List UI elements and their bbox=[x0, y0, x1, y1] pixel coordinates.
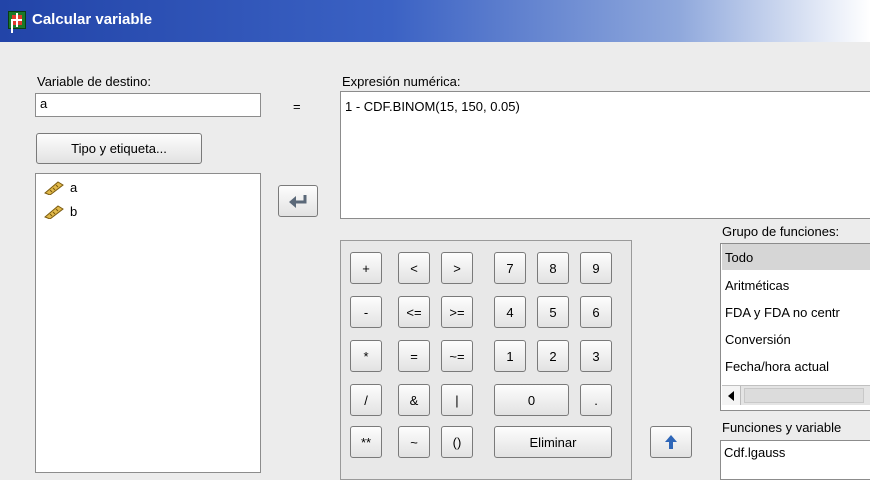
and-key[interactable]: & bbox=[398, 384, 430, 416]
move-to-expression-button[interactable] bbox=[278, 185, 318, 217]
digit-3-key[interactable]: 3 bbox=[580, 340, 612, 372]
not-equal-key[interactable]: ~= bbox=[441, 340, 473, 372]
delete-button[interactable]: Eliminar bbox=[494, 426, 612, 458]
variable-list[interactable]: a b bbox=[35, 173, 261, 473]
list-item[interactable]: Cdf.lgauss bbox=[724, 445, 785, 460]
ruler-icon bbox=[44, 204, 64, 219]
decimal-point-key[interactable]: . bbox=[580, 384, 612, 416]
greater-equal-key[interactable]: >= bbox=[441, 296, 473, 328]
digit-9-key[interactable]: 9 bbox=[580, 252, 612, 284]
minus-key[interactable]: - bbox=[350, 296, 382, 328]
digit-4-key[interactable]: 4 bbox=[494, 296, 526, 328]
function-group-label: Grupo de funciones: bbox=[722, 224, 840, 239]
less-than-key[interactable]: < bbox=[398, 252, 430, 284]
functions-list[interactable]: Cdf.lgauss bbox=[720, 440, 870, 480]
digit-1-key[interactable]: 1 bbox=[494, 340, 526, 372]
list-item[interactable]: Todo bbox=[722, 244, 870, 270]
functions-label: Funciones y variable bbox=[722, 420, 842, 435]
target-variable-label: Variable de destino: bbox=[37, 74, 151, 89]
type-and-label-button[interactable]: Tipo y etiqueta... bbox=[36, 133, 202, 164]
list-item[interactable]: Conversión bbox=[722, 326, 870, 352]
digit-5-key[interactable]: 5 bbox=[537, 296, 569, 328]
greater-than-key[interactable]: > bbox=[441, 252, 473, 284]
not-key[interactable]: ~ bbox=[398, 426, 430, 458]
digit-6-key[interactable]: 6 bbox=[580, 296, 612, 328]
equals-sign: = bbox=[293, 99, 301, 114]
digit-7-key[interactable]: 7 bbox=[494, 252, 526, 284]
expression-input[interactable]: 1 - CDF.BINOM(15, 150, 0.05) bbox=[340, 91, 870, 219]
list-item[interactable]: FDA y FDA no centr bbox=[722, 299, 870, 325]
divide-key[interactable]: / bbox=[350, 384, 382, 416]
window-title: Calcular variable bbox=[32, 11, 153, 28]
digit-0-key[interactable]: 0 bbox=[494, 384, 569, 416]
ruler-icon bbox=[44, 180, 64, 195]
digit-8-key[interactable]: 8 bbox=[537, 252, 569, 284]
calculator-app-icon bbox=[8, 11, 26, 29]
horizontal-scrollbar[interactable] bbox=[722, 385, 870, 405]
less-equal-key[interactable]: <= bbox=[398, 296, 430, 328]
target-variable-input[interactable]: a bbox=[35, 93, 261, 117]
parentheses-key[interactable]: () bbox=[441, 426, 473, 458]
expression-label: Expresión numérica: bbox=[342, 74, 461, 89]
multiply-key[interactable]: * bbox=[350, 340, 382, 372]
digit-2-key[interactable]: 2 bbox=[537, 340, 569, 372]
up-arrow-icon bbox=[665, 435, 677, 449]
power-key[interactable]: ** bbox=[350, 426, 382, 458]
list-item[interactable]: Fecha/hora actual bbox=[722, 353, 870, 379]
plus-key[interactable]: + bbox=[350, 252, 382, 284]
title-bar: Calcular variable bbox=[0, 0, 870, 42]
scroll-thumb[interactable] bbox=[744, 388, 864, 403]
list-item[interactable]: Aritméticas bbox=[722, 272, 870, 298]
variable-name: a bbox=[70, 180, 78, 195]
move-function-up-button[interactable] bbox=[650, 426, 692, 458]
variable-name: b bbox=[70, 204, 78, 219]
scroll-left-arrow-icon[interactable] bbox=[722, 386, 741, 405]
equal-key[interactable]: = bbox=[398, 340, 430, 372]
list-item[interactable]: b bbox=[44, 204, 77, 219]
list-item[interactable]: a bbox=[44, 180, 77, 195]
or-key[interactable]: | bbox=[441, 384, 473, 416]
enter-arrow-icon bbox=[289, 195, 307, 208]
